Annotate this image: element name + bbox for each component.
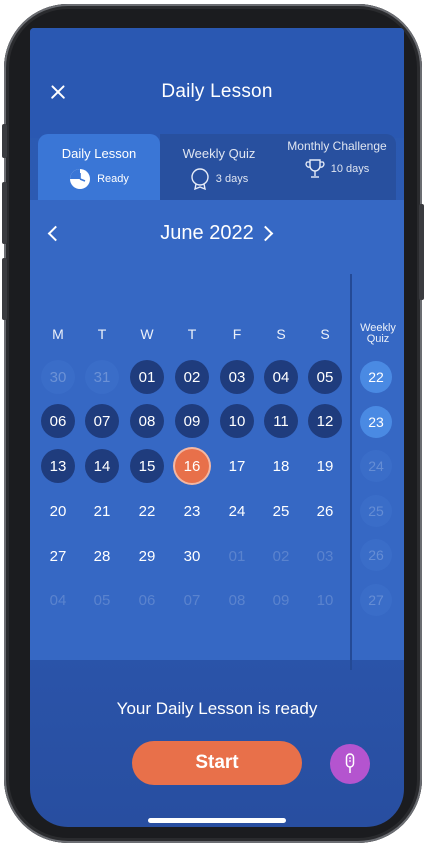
app-screen: Daily Lesson Daily Lesson Ready Weekly Q… — [30, 28, 404, 827]
start-button[interactable]: Start — [132, 741, 302, 785]
medal-icon — [191, 168, 209, 190]
calendar-grid: 30 31 01 02 03 04 05 06 07 08 09 10 11 12 13 14 15 16 17 18… — [30, 360, 350, 622]
calendar-day[interactable]: 20 — [41, 494, 75, 528]
calendar-day[interactable]: 30 — [175, 539, 209, 573]
calendar-day[interactable]: 24 — [220, 494, 254, 528]
volume-up-button — [2, 182, 7, 244]
calendar-day[interactable]: 22 — [130, 494, 164, 528]
calendar-day: 02 — [272, 547, 290, 565]
weekly-quiz-item: 24 — [360, 450, 392, 483]
calendar-day: 04 — [49, 591, 67, 609]
calendar-day[interactable]: 12 — [308, 404, 342, 438]
tab-status: 3 days — [215, 173, 249, 185]
calendar-day[interactable]: 27 — [41, 539, 75, 573]
ready-message: Your Daily Lesson is ready — [116, 699, 318, 718]
clock-icon — [70, 169, 91, 189]
page-title: Daily Lesson — [161, 81, 273, 102]
weekly-quiz-column-header: Weekly Quiz — [360, 322, 396, 345]
power-button — [419, 204, 424, 300]
calendar-day: 08 — [228, 591, 246, 609]
tab-status: Ready — [97, 173, 129, 185]
month-title: June 2022 — [160, 222, 254, 244]
next-month-button[interactable] — [257, 224, 274, 244]
weekly-quiz-item: 25 — [360, 494, 392, 527]
calendar-day[interactable]: 28 — [85, 539, 119, 573]
microphone-icon — [345, 753, 355, 773]
tab-label: Monthly Challenge — [287, 139, 387, 153]
calendar-day[interactable]: 13 — [41, 449, 75, 483]
calendar-day[interactable]: 26 — [308, 494, 342, 528]
calendar-day[interactable]: 15 — [130, 449, 164, 483]
calendar-day: 30 — [41, 360, 75, 394]
calendar-day[interactable]: 29 — [130, 539, 164, 573]
weekday-label: M — [52, 326, 64, 342]
calendar-day: 07 — [183, 591, 201, 609]
calendar-day[interactable]: 18 — [264, 449, 298, 483]
calendar-day[interactable]: 21 — [85, 494, 119, 528]
calendar-day: 10 — [316, 591, 334, 609]
header: Daily Lesson — [30, 28, 404, 138]
calendar-day[interactable]: 14 — [85, 449, 119, 483]
tab-weekly-quiz[interactable]: Weekly Quiz 3 days — [160, 134, 278, 200]
calendar-day[interactable]: 08 — [130, 404, 164, 438]
calendar-day[interactable]: 10 — [220, 404, 254, 438]
calendar-day: 09 — [272, 591, 290, 609]
weekday-label: F — [232, 326, 242, 342]
calendar-day[interactable]: 04 — [264, 360, 298, 394]
calendar-day[interactable]: 01 — [130, 360, 164, 394]
weekly-quiz-item[interactable]: 23 — [360, 405, 392, 438]
calendar-day: 31 — [85, 360, 119, 394]
calendar-day[interactable]: 11 — [264, 404, 298, 438]
weekday-label: W — [140, 326, 154, 342]
calendar-day[interactable]: 17 — [220, 449, 254, 483]
microphone-button[interactable] — [330, 744, 370, 784]
weekday-label: S — [276, 326, 286, 342]
calendar-day[interactable]: 05 — [308, 360, 342, 394]
trophy-icon — [305, 159, 325, 178]
weekday-label: T — [97, 326, 107, 342]
weekly-quiz-item: 27 — [360, 584, 392, 616]
month-nav: June 2022 — [30, 220, 404, 250]
calendar-day[interactable]: 03 — [220, 360, 254, 394]
calendar-day: 06 — [138, 591, 156, 609]
calendar-day: 05 — [93, 591, 111, 609]
volume-down-button — [2, 258, 7, 320]
chevron-right-icon — [257, 225, 273, 241]
tab-status: 10 days — [330, 163, 370, 175]
calendar-day[interactable]: 19 — [308, 449, 342, 483]
lesson-tabs: Daily Lesson Ready Weekly Quiz 3 days Mo… — [38, 134, 396, 200]
calendar-day[interactable]: 09 — [175, 404, 209, 438]
calendar-day[interactable]: 25 — [264, 494, 298, 528]
calendar-day[interactable]: 06 — [41, 404, 75, 438]
weekday-header: MTWTFSS — [30, 326, 350, 346]
calendar-day[interactable]: 07 — [85, 404, 119, 438]
weekly-quiz-item[interactable]: 22 — [360, 361, 392, 393]
home-indicator — [148, 818, 286, 823]
calendar-day-today[interactable]: 16 — [175, 449, 209, 483]
calendar-day[interactable]: 02 — [175, 360, 209, 394]
mute-switch — [2, 124, 7, 158]
calendar-day: 01 — [228, 547, 246, 565]
weekday-label: S — [320, 326, 330, 342]
tab-monthly-challenge[interactable]: Monthly Challenge 10 days — [278, 134, 396, 200]
weekday-label: T — [187, 326, 197, 342]
calendar-day[interactable]: 23 — [175, 494, 209, 528]
tab-daily-lesson[interactable]: Daily Lesson Ready — [38, 134, 160, 200]
tab-label: Weekly Quiz — [182, 146, 256, 161]
tab-label: Daily Lesson — [61, 146, 137, 161]
calendar-day: 03 — [316, 547, 334, 565]
